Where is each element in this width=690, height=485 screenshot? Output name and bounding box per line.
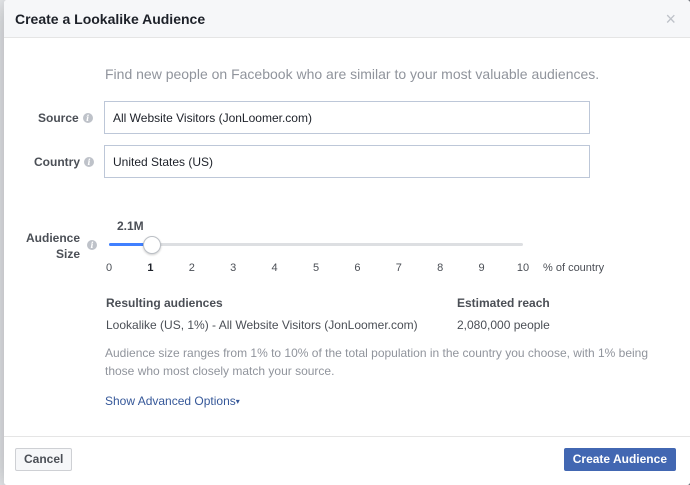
create-audience-button[interactable]: Create Audience: [563, 448, 676, 471]
info-icon[interactable]: i: [82, 113, 93, 123]
country-field[interactable]: United States (US): [104, 145, 590, 178]
slider-unit-label: % of country: [543, 262, 605, 274]
source-field[interactable]: All Website Visitors (JonLoomer.com): [104, 101, 590, 134]
slider-tick-label: 8: [437, 262, 444, 274]
slider-tick-label: 6: [354, 262, 361, 274]
audience-size-help-text: Audience size ranges from 1% to 10% of t…: [105, 346, 648, 378]
estimated-reach-heading: Estimated reach: [457, 296, 550, 310]
audience-size-slider-track[interactable]: [109, 243, 523, 246]
slider-reach-label: 2.1M: [117, 219, 144, 233]
slider-tick-label: 7: [395, 262, 402, 274]
estimated-reach-value: 2,080,000 people: [457, 318, 550, 332]
intro-text: Find new people on Facebook who are simi…: [105, 66, 600, 82]
slider-tick-label: 10: [516, 262, 530, 274]
slider-tick-label: 3: [230, 262, 237, 274]
info-icon[interactable]: i: [84, 157, 94, 167]
resulting-audience-value: Lookalike (US, 1%) - All Website Visitor…: [106, 318, 418, 332]
lookalike-audience-dialog: Create a Lookalike Audience × Find new p…: [4, 0, 690, 485]
dialog-header: Create a Lookalike Audience ×: [4, 0, 690, 38]
dialog-footer: Cancel Create Audience: [4, 436, 690, 485]
cancel-button[interactable]: Cancel: [15, 448, 73, 471]
slider-tick-label: 1: [147, 262, 154, 274]
slider-handle[interactable]: [143, 236, 162, 254]
show-advanced-options-link[interactable]: Show Advanced Options▾: [105, 394, 240, 408]
source-label: Source i: [38, 111, 93, 125]
slider-tick-label: 2: [188, 262, 195, 274]
slider-tick-label: 9: [478, 262, 485, 274]
resulting-audiences-heading: Resulting audiences: [106, 296, 223, 310]
dialog-title: Create a Lookalike Audience: [15, 11, 206, 27]
slider-tick-label: 4: [271, 262, 278, 274]
info-icon[interactable]: i: [87, 240, 97, 250]
slider-tick-label: 0: [105, 262, 113, 274]
chevron-down-icon: ▾: [235, 397, 240, 406]
slider-tick-label: 5: [312, 262, 320, 274]
close-icon[interactable]: ×: [665, 10, 676, 28]
country-label: Country i: [34, 155, 94, 169]
audience-size-label: Audience Size: [26, 231, 81, 261]
